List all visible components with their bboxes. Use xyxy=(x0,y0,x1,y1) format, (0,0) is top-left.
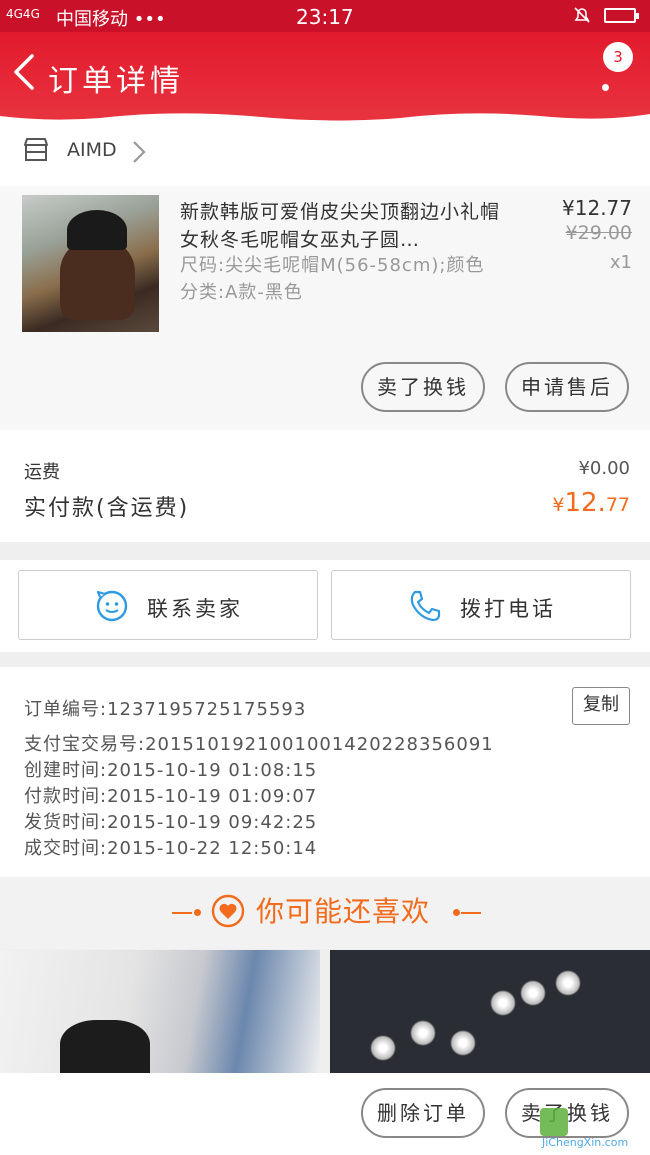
paid-time: 付款时间:2015-10-19 01:09:07 xyxy=(24,786,318,807)
back-arrow-icon[interactable] xyxy=(10,52,38,92)
signal-indicator: 4G4G xyxy=(6,7,40,21)
paid-symbol: ¥ xyxy=(552,494,565,516)
payment-summary: 运费 ¥0.00 实付款(含运费) ¥12.77 xyxy=(0,430,650,542)
paid-amount: ¥12.77 xyxy=(552,488,630,518)
earring-flake xyxy=(450,1030,476,1056)
chevron-right-icon xyxy=(133,141,146,163)
product-title: 新款韩版可爱俏皮尖尖顶翻边小礼帽女秋冬毛呢帽女巫丸子圆… xyxy=(180,201,501,251)
recommend-dot-right xyxy=(453,909,460,916)
heart-icon xyxy=(211,894,245,928)
recommend-item-shoes[interactable] xyxy=(0,950,320,1075)
contact-seller-button[interactable]: 联系卖家 xyxy=(18,570,318,640)
paid-int: 12. xyxy=(564,488,606,518)
product-price: ¥12.77 xyxy=(562,196,632,220)
shipping-value: ¥0.00 xyxy=(578,458,630,479)
product-item[interactable]: 新款韩版可爱俏皮尖尖顶翻边小礼帽女秋冬毛呢帽女巫丸子圆… 尺码:尖尖毛呢帽M(5… xyxy=(0,186,650,430)
earring-flake xyxy=(370,1035,396,1061)
message-count-badge[interactable]: 3 xyxy=(603,42,633,72)
chat-bubble-icon xyxy=(96,590,128,622)
call-label: 拨打电话 xyxy=(460,597,556,621)
order-number: 订单编号:1237195725175593 xyxy=(24,699,307,720)
paid-dec: 77 xyxy=(605,494,630,516)
completed-time: 成交时间:2015-10-22 12:50:14 xyxy=(24,838,318,859)
contact-seller-label: 联系卖家 xyxy=(147,597,243,621)
earring-flake xyxy=(410,1020,436,1046)
phone-icon xyxy=(410,590,441,622)
watermark-logo xyxy=(540,1108,568,1136)
resell-button[interactable]: 卖了换钱 xyxy=(361,362,485,412)
recommend-header: 你可能还喜欢 xyxy=(0,877,650,949)
recommend-title: 你可能还喜欢 xyxy=(256,895,431,928)
order-info: 订单编号:1237195725175593 复制 支付宝交易号:20151019… xyxy=(0,667,650,877)
watermark-text: JiChengXin.com xyxy=(542,1136,629,1149)
shop-name: AIMD xyxy=(67,139,117,161)
recommend-item-earrings[interactable] xyxy=(330,950,650,1075)
site-watermark: JiChengXin.com xyxy=(538,1108,648,1152)
shoe-shape xyxy=(60,1020,150,1075)
after-sale-button[interactable]: 申请售后 xyxy=(505,362,629,412)
product-spec: 尺码:尖尖毛呢帽M(56-58cm);颜色分类:A款-黑色 xyxy=(180,255,485,303)
mute-bell-icon xyxy=(572,5,592,30)
contact-section: 联系卖家 拨打电话 xyxy=(0,560,650,652)
alipay-number: 支付宝交易号:2015101921001001420228356091 xyxy=(24,734,494,755)
page-title: 订单详情 xyxy=(48,64,184,99)
recommend-dot-left xyxy=(194,909,201,916)
created-time: 创建时间:2015-10-19 01:08:15 xyxy=(24,760,318,781)
shipping-label: 运费 xyxy=(24,462,60,483)
more-menu-icon[interactable] xyxy=(602,84,609,91)
shipped-time: 发货时间:2015-10-19 09:42:25 xyxy=(24,812,318,833)
earring-flake xyxy=(555,970,581,996)
product-original-price: ¥29.00 xyxy=(565,222,632,244)
product-thumbnail-hair xyxy=(60,240,135,320)
status-bar: 4G4G 中国移动 ••• 23:17 xyxy=(0,0,650,32)
delete-order-button[interactable]: 删除订单 xyxy=(361,1088,485,1138)
call-button[interactable]: 拨打电话 xyxy=(331,570,631,640)
battery-icon xyxy=(604,8,639,23)
copy-button[interactable]: 复制 xyxy=(572,687,630,725)
clock: 23:17 xyxy=(296,5,354,29)
recommend-line-left xyxy=(172,912,192,914)
store-icon xyxy=(24,138,48,161)
product-quantity: x1 xyxy=(609,252,632,273)
paid-label: 实付款(含运费) xyxy=(24,496,190,521)
earring-flake xyxy=(520,980,546,1006)
product-thumbnail-hat xyxy=(67,210,127,250)
carrier-label: 中国移动 ••• xyxy=(56,9,166,30)
earring-flake xyxy=(490,990,516,1016)
app-header: 订单详情 3 xyxy=(0,32,650,120)
recommend-line-right xyxy=(461,912,481,914)
shop-row[interactable]: AIMD xyxy=(0,122,650,186)
product-thumbnail[interactable] xyxy=(22,195,159,332)
